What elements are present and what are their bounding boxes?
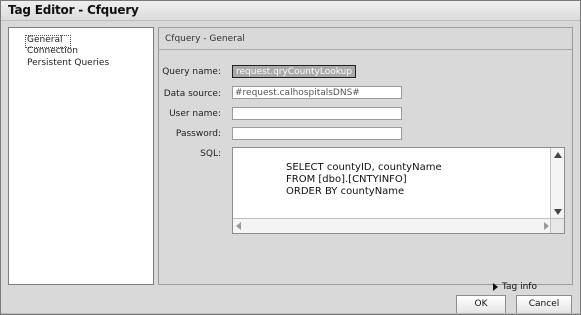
tag-editor-window: Tag Editor - Cfquery General Connection … <box>0 0 581 315</box>
scroll-left-arrow-icon[interactable] <box>236 222 241 230</box>
query-name-field[interactable]: request.qryCountyLookup <box>232 65 356 78</box>
sql-line: FROM [dbo].[CNTYINFO] <box>286 174 407 185</box>
window-bottom-border <box>1 313 580 314</box>
data-source-field[interactable]: #request.calhospitalsDNS# <box>232 86 402 99</box>
sidebar-item-connection[interactable]: Connection <box>27 46 78 57</box>
scroll-right-arrow-icon[interactable] <box>544 222 549 230</box>
triangle-right-icon <box>493 283 498 291</box>
password-field[interactable] <box>232 127 402 140</box>
data-source-label: Data source: <box>163 89 221 99</box>
tag-info-label: Tag info <box>502 282 537 292</box>
user-name-field[interactable] <box>232 107 402 120</box>
sidebar: General Connection Persistent Queries <box>8 27 154 285</box>
cancel-button[interactable]: Cancel <box>516 295 572 314</box>
scrollbar-corner <box>550 218 564 233</box>
sql-editor[interactable]: SELECT countyID, countyName FROM [dbo].[… <box>232 147 565 234</box>
sql-label: SQL: <box>200 149 221 159</box>
sidebar-item-persistent-queries[interactable]: Persistent Queries <box>27 58 109 69</box>
window-title: Tag Editor - Cfquery <box>8 3 139 17</box>
section-title: Cfquery - General <box>165 34 245 44</box>
vertical-scrollbar[interactable] <box>550 148 564 219</box>
title-bar[interactable]: Tag Editor - Cfquery <box>1 1 580 21</box>
sql-line: SELECT countyID, countyName <box>286 162 442 173</box>
sidebar-item-general[interactable]: General <box>24 35 72 48</box>
password-label: Password: <box>175 129 221 139</box>
scroll-up-arrow-icon[interactable] <box>554 152 562 158</box>
sql-line: ORDER BY countyName <box>286 186 405 197</box>
ok-button[interactable]: OK <box>456 295 506 314</box>
section-divider <box>158 49 572 50</box>
user-name-label: User name: <box>169 109 221 119</box>
scroll-down-arrow-icon[interactable] <box>554 209 562 215</box>
horizontal-scrollbar[interactable] <box>233 218 552 233</box>
tag-info-link[interactable]: Tag info <box>493 282 537 292</box>
query-name-label: Query name: <box>162 67 221 77</box>
